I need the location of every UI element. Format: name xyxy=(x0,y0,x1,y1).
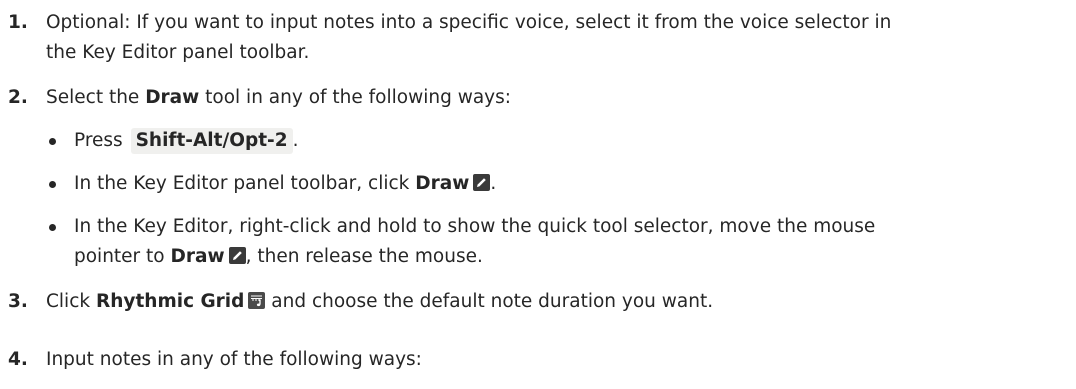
text-run: . xyxy=(292,130,299,151)
ui-term-draw: Draw xyxy=(170,246,225,267)
bullet-text: Press Shift-Alt/Opt-2. xyxy=(74,126,1072,156)
text-run: Press xyxy=(74,130,129,151)
text-run: pointer to xyxy=(74,246,171,267)
text-run: Select the xyxy=(46,87,146,108)
step-number: 1. xyxy=(8,12,28,33)
bullet-text-line: pointer to Draw , then release the mouse. xyxy=(74,242,1072,272)
text-run: In the Key Editor panel toolbar, click xyxy=(74,173,416,194)
step-3: 3. Click Rhythmic Grid and choose the de… xyxy=(0,287,1076,317)
step-text: Input notes in any of the following ways… xyxy=(46,349,422,370)
step-4: 4. Input notes in any of the following w… xyxy=(0,345,1076,375)
ui-term-draw: Draw xyxy=(145,87,200,108)
step-text: Click Rhythmic Grid and choose the defau… xyxy=(46,287,1072,317)
step-text: Select the Draw tool in any of the follo… xyxy=(46,83,1072,113)
step-text-line: the Key Editor panel toolbar. xyxy=(46,42,310,63)
text-run: and choose the default note duration you… xyxy=(265,291,714,312)
step-number: 4. xyxy=(8,349,28,370)
text-run: Click xyxy=(46,291,96,312)
keyboard-shortcut: Shift-Alt/Opt-2 xyxy=(130,128,293,154)
ui-term-rhythmic-grid: Rhythmic Grid xyxy=(95,291,245,312)
rhythmic-grid-icon xyxy=(248,292,266,309)
bullet-item: In the Key Editor panel toolbar, click D… xyxy=(0,169,1076,199)
step-1: 1. Optional: If you want to input notes … xyxy=(0,8,1076,72)
bullet-dot xyxy=(49,224,56,231)
step-number: 2. xyxy=(8,87,28,108)
bullet-dot xyxy=(49,138,56,145)
text-run: . xyxy=(490,173,497,194)
bullet-text: In the Key Editor, right-click and hold … xyxy=(74,212,1072,272)
instruction-list: 1. Optional: If you want to input notes … xyxy=(0,0,1076,389)
bullet-dot xyxy=(49,181,56,188)
draw-pencil-icon xyxy=(473,174,491,191)
text-run: tool in any of the following ways: xyxy=(199,87,511,108)
text-run: , then release the mouse. xyxy=(245,246,483,267)
step-text-line: Optional: If you want to input notes int… xyxy=(46,12,892,33)
bullet-text: In the Key Editor panel toolbar, click D… xyxy=(74,169,1072,199)
step-number: 3. xyxy=(8,291,28,312)
bullet-item: Press Shift-Alt/Opt-2. xyxy=(0,126,1076,156)
step-text: Optional: If you want to input notes int… xyxy=(46,8,1072,68)
bullet-item: In the Key Editor, right-click and hold … xyxy=(0,212,1076,272)
step-2: 2. Select the Draw tool in any of the fo… xyxy=(0,83,1076,113)
draw-pencil-icon xyxy=(228,247,246,264)
bullet-text-line: In the Key Editor, right-click and hold … xyxy=(74,216,876,237)
ui-term-draw: Draw xyxy=(415,173,470,194)
